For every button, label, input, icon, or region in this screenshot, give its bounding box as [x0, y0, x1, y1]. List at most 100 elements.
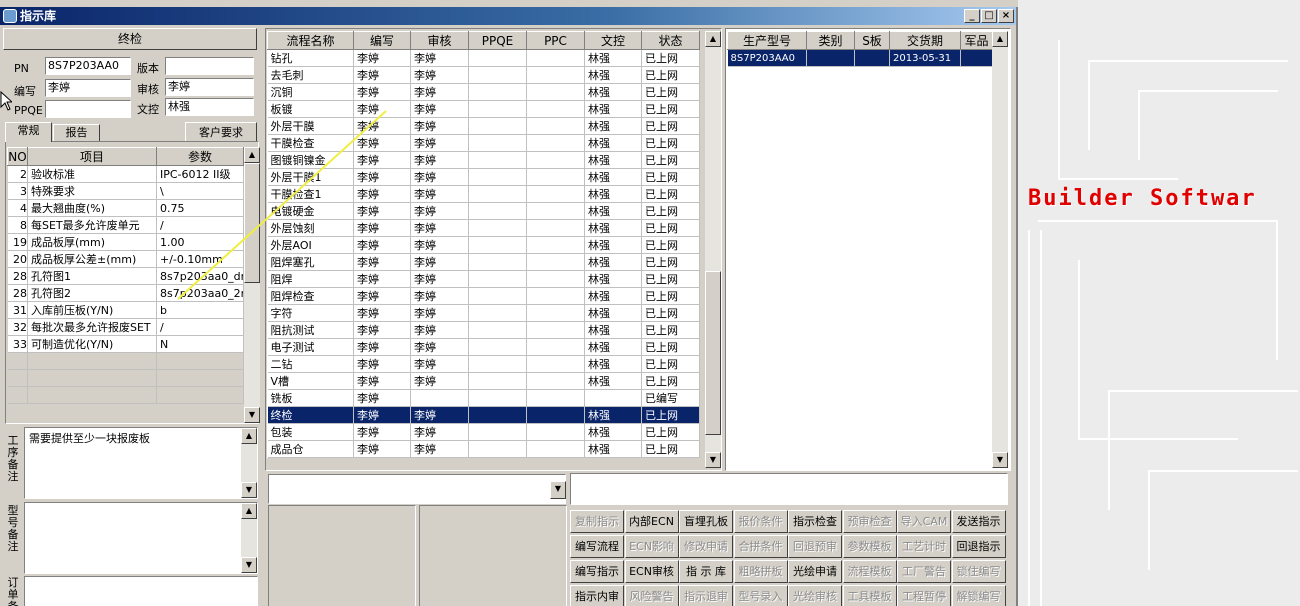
process-cell: 李婷 — [410, 219, 469, 237]
model-header-cell[interactable]: 生产型号 — [727, 31, 807, 50]
scroll-up-arrow-icon[interactable]: ▲ — [241, 503, 257, 519]
process-cell: 已上网 — [641, 253, 700, 271]
process-cell: 已上网 — [641, 66, 700, 84]
action-button[interactable]: 工具模板 — [842, 585, 897, 606]
process-header-cell[interactable]: 审核 — [410, 31, 469, 50]
info-panel-left — [268, 505, 416, 606]
process-header-cell[interactable]: 文控 — [584, 31, 642, 50]
scroll-up-arrow-icon[interactable]: ▲ — [241, 428, 257, 444]
action-button[interactable]: 指示内审 — [570, 585, 624, 606]
action-button[interactable]: 指示检查 — [788, 510, 842, 533]
process-row[interactable]: 二钻 李婷 李婷 林强 已上网 — [267, 355, 700, 373]
model-note-box[interactable]: ▲ ▼ — [24, 502, 258, 574]
action-button[interactable]: 指示退审 — [679, 585, 733, 606]
process-row[interactable]: 终检 李婷 李婷 林强 已上网 — [267, 406, 700, 424]
tab-report[interactable]: 报告 — [53, 124, 100, 142]
order-note-box[interactable] — [24, 576, 258, 606]
title-bar[interactable]: 指示库 _ □ × — [0, 7, 1016, 25]
search-input[interactable] — [570, 473, 1008, 505]
scroll-up-arrow-icon[interactable]: ▲ — [705, 31, 721, 47]
scroll-down-arrow-icon[interactable]: ▼ — [244, 407, 260, 423]
model-header-cell[interactable]: 军品 — [960, 31, 993, 50]
action-button[interactable]: ECN审核 — [624, 560, 679, 583]
process-note-box[interactable]: 需要提供至少一块报废板 ▲ ▼ — [24, 427, 258, 499]
process-row[interactable]: 字符 李婷 李婷 林强 已上网 — [267, 304, 700, 322]
action-button[interactable]: 解锁编写 — [951, 585, 1006, 606]
maximize-button[interactable]: □ — [981, 9, 997, 23]
action-button[interactable]: 发送指示 — [951, 510, 1006, 533]
process-note-scrollbar[interactable]: ▲ ▼ — [241, 428, 257, 498]
scroll-thumb[interactable] — [705, 271, 721, 435]
action-button[interactable]: 报价条件 — [733, 510, 788, 533]
process-row[interactable]: 铣板 李婷 已编写 — [267, 389, 700, 407]
action-button[interactable]: 型号录入 — [733, 585, 788, 606]
action-button[interactable]: 回退预审 — [788, 535, 842, 558]
model-header-cell[interactable]: S板 — [854, 31, 890, 50]
action-button[interactable]: 预审检查 — [842, 510, 897, 533]
filter-combobox[interactable]: ▼ — [268, 474, 566, 504]
action-button[interactable]: 工艺计时 — [897, 535, 951, 558]
process-header-cell[interactable]: 状态 — [641, 31, 700, 50]
pn-field[interactable]: 8S7P203AA0 — [45, 57, 131, 75]
scroll-down-arrow-icon[interactable]: ▼ — [241, 482, 257, 498]
param-header-no[interactable]: NO — [7, 147, 28, 166]
minimize-button[interactable]: _ — [964, 9, 980, 23]
action-button[interactable]: 锁住编写 — [951, 560, 1006, 583]
action-button[interactable]: 工厂警告 — [897, 560, 951, 583]
process-row[interactable]: 沉铜 李婷 李婷 林强 已上网 — [267, 83, 700, 101]
process-cell: 已上网 — [641, 185, 700, 203]
action-button[interactable]: 导入CAM — [897, 510, 951, 533]
action-button[interactable]: 修改申请 — [679, 535, 733, 558]
action-button[interactable]: 流程模板 — [842, 560, 897, 583]
scroll-down-arrow-icon[interactable]: ▼ — [241, 557, 257, 573]
model-header-cell[interactable]: 交货期 — [889, 31, 961, 50]
process-header-cell[interactable]: 流程名称 — [267, 31, 354, 50]
scroll-up-arrow-icon[interactable]: ▲ — [992, 31, 1008, 47]
param-row[interactable]: 32 每批次最多允许报废SET / — [7, 318, 244, 336]
action-button[interactable]: 编写流程 — [570, 535, 624, 558]
action-button[interactable]: 风险警告 — [624, 585, 679, 606]
param-row[interactable]: 33 可制造优化(Y/N) N — [7, 335, 244, 353]
process-cell — [468, 202, 527, 220]
action-button[interactable]: 回退指示 — [951, 535, 1006, 558]
action-button[interactable]: 工程暂停 — [897, 585, 951, 606]
action-button[interactable]: 内部ECN — [624, 510, 679, 533]
scroll-down-arrow-icon[interactable]: ▼ — [992, 452, 1008, 468]
param-header-item[interactable]: 项目 — [27, 147, 157, 166]
model-table-scrollbar[interactable]: ▲ ▼ — [992, 31, 1008, 468]
writer-field[interactable]: 李婷 — [45, 79, 131, 97]
process-row[interactable]: 电子测试 李婷 李婷 林强 已上网 — [267, 338, 700, 356]
process-row[interactable]: 成品仓 李婷 李婷 林强 已上网 — [267, 440, 700, 458]
process-row[interactable]: 包装 李婷 李婷 林强 已上网 — [267, 423, 700, 441]
action-button[interactable]: 合拼条件 — [733, 535, 788, 558]
action-button[interactable]: 复制指示 — [570, 510, 624, 533]
action-button[interactable]: 编写指示 — [570, 560, 624, 583]
process-table-scrollbar[interactable]: ▲ ▼ — [705, 31, 721, 468]
action-button[interactable]: 光绘申请 — [788, 560, 842, 583]
action-button[interactable]: 参数模板 — [842, 535, 897, 558]
chevron-down-icon[interactable]: ▼ — [550, 481, 566, 499]
process-row[interactable]: V槽 李婷 李婷 林强 已上网 — [267, 372, 700, 390]
reviewer-field[interactable]: 李婷 — [165, 78, 254, 96]
process-header-cell[interactable]: 编写 — [353, 31, 411, 50]
model-row[interactable]: 8S7P203AA0 2013-05-31 — [727, 49, 993, 67]
model-header-cell[interactable]: 类别 — [806, 31, 855, 50]
scroll-down-arrow-icon[interactable]: ▼ — [705, 452, 721, 468]
close-button[interactable]: × — [998, 9, 1014, 23]
process-header-cell[interactable]: PPQE — [468, 31, 527, 50]
process-cell — [526, 321, 585, 339]
process-row[interactable]: 去毛刺 李婷 李婷 林强 已上网 — [267, 66, 700, 84]
process-cell: 已上网 — [641, 151, 700, 169]
ppqe-field[interactable] — [45, 100, 131, 118]
action-button[interactable]: 光绘审核 — [788, 585, 842, 606]
model-note-scrollbar[interactable]: ▲ ▼ — [241, 503, 257, 573]
action-button[interactable]: 粗略拼板 — [733, 560, 788, 583]
process-row[interactable]: 钻孔 李婷 李婷 林强 已上网 — [267, 49, 700, 67]
tab-general[interactable]: 常规 — [5, 122, 52, 142]
process-row[interactable]: 阻抗测试 李婷 李婷 林强 已上网 — [267, 321, 700, 339]
version-field[interactable] — [165, 57, 254, 75]
action-button[interactable]: 盲埋孔板 — [679, 510, 733, 533]
action-button[interactable]: 指 示 库 — [679, 560, 733, 583]
process-header-cell[interactable]: PPC — [526, 31, 585, 50]
action-button[interactable]: ECN影响 — [624, 535, 679, 558]
